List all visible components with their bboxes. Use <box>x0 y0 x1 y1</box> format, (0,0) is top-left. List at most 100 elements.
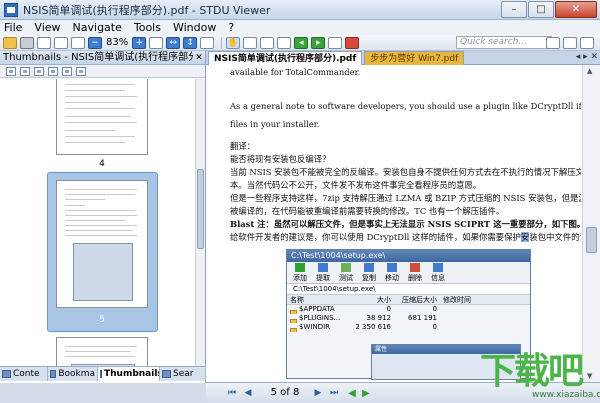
text-selection-highlight: 安 <box>520 232 530 242</box>
thumb-size-medium-icon[interactable] <box>20 66 30 76</box>
menu-tools[interactable]: Tools <box>134 21 161 34</box>
title-bar: NSIS简单调试(执行程序部分).pdf - STDU Viewer – □ ✕ <box>0 0 600 20</box>
search-next-icon[interactable] <box>580 37 594 49</box>
thumbnail-scrollbar[interactable] <box>195 79 205 368</box>
menu-window[interactable]: Window <box>173 21 216 34</box>
thumb-list-icon[interactable] <box>62 66 72 76</box>
main-toolbar: − 83% + ↔ ↕ ✋ ◂ ▸ Quick search... <box>0 35 600 51</box>
thumbnail-page-6[interactable] <box>56 337 148 368</box>
embedded-path: C:\Test\1004\setup.exe\ <box>287 284 530 295</box>
menu-view[interactable]: View <box>34 21 60 34</box>
search-options-icon[interactable] <box>546 37 560 49</box>
menu-help[interactable]: ? <box>228 21 234 34</box>
pdf-page-view[interactable]: available for TotalCommander. As a gener… <box>206 65 581 382</box>
tab-search[interactable]: Sear <box>160 367 206 381</box>
embedded-tool: 移动 <box>381 262 403 283</box>
embedded-tool: 提取 <box>312 262 334 283</box>
page-line: files in your installer. <box>230 119 320 129</box>
embedded-row: $PLUGINS... 38 912 681 191 <box>287 314 530 323</box>
search-prev-icon[interactable] <box>563 37 577 49</box>
site-watermark: 下载吧 www.xiazaiba.com <box>480 352 600 403</box>
thumb-size-large-icon[interactable] <box>34 66 44 76</box>
maximize-button[interactable]: □ <box>528 1 554 18</box>
thumbnail-label-4: 4 <box>99 159 105 169</box>
scroll-up-icon[interactable]: ▲ <box>587 67 592 75</box>
actual-size-icon[interactable] <box>200 36 215 49</box>
thumbnail-scroll-thumb[interactable] <box>197 169 204 249</box>
highlight-icon[interactable] <box>277 36 292 49</box>
panel-close-icon[interactable]: ✕ <box>193 51 205 64</box>
forward-icon[interactable]: ▶ <box>360 387 372 399</box>
menu-file[interactable]: File <box>4 21 22 34</box>
thumb-grid-icon[interactable] <box>48 66 58 76</box>
snapshot-icon[interactable] <box>260 36 275 49</box>
page-line: 被编译的，在代码能被重编译前需要转换的修改。TC 也有一个解压插件。 <box>230 206 505 216</box>
embedded-tool: 测试 <box>335 262 357 283</box>
last-page-icon[interactable]: ⏭ <box>328 387 340 399</box>
panel-toolbar <box>0 65 205 78</box>
tab-thumbnails[interactable]: Thumbnails <box>98 367 160 381</box>
hand-tool-icon[interactable]: ✋ <box>226 36 241 49</box>
window-title: NSIS简单调试(执行程序部分).pdf - STDU Viewer <box>23 3 271 17</box>
thumbnail-label-5: 5 <box>99 315 105 325</box>
page-indicator[interactable]: 5 of 8 <box>262 386 308 400</box>
contents-icon <box>2 370 11 378</box>
page-scrollbar[interactable]: ▲ ▼ <box>582 65 600 382</box>
two-page-icon[interactable] <box>54 36 68 49</box>
bookmarks-icon <box>50 370 57 378</box>
watermark-url: www.xiazaiba.com <box>532 390 600 400</box>
next-view-icon[interactable]: ▸ <box>311 36 326 49</box>
page-line-part: 装包中文件的话。 <box>529 232 581 242</box>
zoom-level[interactable]: 83% <box>106 37 128 48</box>
embedded-tool: 添加 <box>289 262 311 283</box>
zoom-in-icon[interactable]: + <box>132 36 147 49</box>
page-line: 能否将现有安装包反编译？ <box>230 154 331 164</box>
bookmark-icon[interactable] <box>328 36 343 49</box>
tab-bookmarks[interactable]: Bookma <box>48 367 98 381</box>
embedded-tool: 复制 <box>358 262 380 283</box>
print-icon[interactable] <box>20 36 34 49</box>
first-page-icon[interactable]: ⏮ <box>226 387 238 399</box>
tab-navigation-icons[interactable]: ◂ ▸ ✕ <box>576 52 598 62</box>
rotate-icon[interactable] <box>149 36 164 49</box>
fit-height-icon[interactable]: ↕ <box>183 36 198 49</box>
document-tabs: NSIS简单调试(执行程序部分).pdf 步步为营好 Win7.pdf ◂ ▸ … <box>206 51 600 65</box>
toolbar-right-group <box>546 37 597 49</box>
panel-bottom-tabs: Conte Bookma Thumbnails Sear <box>0 366 206 381</box>
back-icon[interactable]: ◀ <box>346 387 358 399</box>
embedded-header-row: 名称 大小 压缩后大小 修改时间 <box>287 295 530 305</box>
next-page-icon[interactable]: ▶ <box>312 387 324 399</box>
fit-page-icon[interactable] <box>71 36 85 49</box>
fit-width-icon[interactable]: ↔ <box>166 36 181 49</box>
page-line: 但是一些程序支持这样，7zip 支持解压通过 LZMA 或 BZIP 方式压缩的… <box>230 193 581 203</box>
thumbnail-page-5[interactable] <box>56 180 148 308</box>
single-page-icon[interactable] <box>37 36 51 49</box>
thumb-size-small-icon[interactable] <box>6 66 16 76</box>
tab-contents[interactable]: Conte <box>0 367 48 381</box>
page-line: 当前 NSIS 安装包不能被完全的反编译。安装包自身不提供任何方式去在不执行的情… <box>230 167 581 177</box>
panel-header: Thumbnails - NSIS简单调试(执行程序部分).pdf ✕ <box>0 51 205 65</box>
thumb-refresh-icon[interactable] <box>76 66 86 76</box>
zoom-out-icon[interactable]: − <box>88 36 102 49</box>
prev-view-icon[interactable]: ◂ <box>294 36 309 49</box>
search-flag-icon[interactable] <box>345 36 360 49</box>
embedded-row: $WINDIR 2 350 616 0 <box>287 323 530 332</box>
menu-navigate[interactable]: Navigate <box>73 21 122 34</box>
panel-title: Thumbnails - NSIS简单调试(执行程序部分).pdf <box>3 52 193 63</box>
close-button[interactable]: ✕ <box>555 1 597 18</box>
page-line: 翻译： <box>230 141 256 151</box>
thumbnail-list: 4 5 <box>0 79 195 368</box>
page-line: 本。当然代码公不公开，文件发不发布这件事完全看程序员的意愿。 <box>230 180 482 190</box>
tab-nsis-pdf[interactable]: NSIS简单调试(执行程序部分).pdf <box>208 51 363 65</box>
open-folder-icon[interactable] <box>3 36 17 49</box>
tab-thumbnails-label: Thumbnails <box>104 369 160 379</box>
page-line: 给软件开发者的建议是，你可以使用 DCryptDll 这样的插件，如果你需要保护… <box>230 232 581 242</box>
page-scroll-thumb[interactable] <box>586 227 597 253</box>
prev-page-icon[interactable]: ◀ <box>242 387 254 399</box>
quick-search-input[interactable]: Quick search... <box>456 36 552 49</box>
thumbnail-page-4[interactable] <box>56 79 148 155</box>
minimize-button[interactable]: – <box>501 1 527 18</box>
tab-search-label: Sear <box>173 369 194 379</box>
tab-win7-pdf[interactable]: 步步为营好 Win7.pdf <box>364 51 465 65</box>
select-text-icon[interactable] <box>243 36 258 49</box>
